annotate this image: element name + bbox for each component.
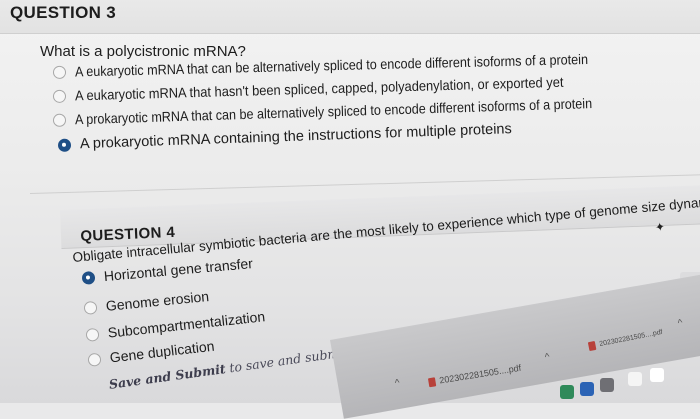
pdf-icon: [427, 376, 437, 387]
radio-button[interactable]: [52, 65, 67, 79]
radio-button-selected[interactable]: [57, 138, 72, 152]
chevron-up-icon[interactable]: ^: [394, 378, 400, 390]
app-icon-blue[interactable]: [580, 382, 594, 396]
radio-button[interactable]: [52, 89, 67, 103]
radio-button[interactable]: [87, 352, 102, 367]
mouse-cursor-icon: ✦: [653, 219, 667, 235]
radio-button-selected[interactable]: [81, 270, 96, 285]
radio-button[interactable]: [85, 327, 100, 342]
question-3-text: What is a polycistronic mRNA?: [40, 43, 246, 60]
radio-button[interactable]: [83, 300, 98, 315]
app-icon-white[interactable]: [650, 368, 664, 382]
question-3-title: QUESTION 3: [10, 3, 116, 22]
app-icon-green[interactable]: [560, 385, 574, 399]
radio-button[interactable]: [52, 113, 67, 127]
pdf-icon: [587, 340, 597, 352]
app-icon-white[interactable]: [628, 372, 642, 386]
app-icon-gray[interactable]: [600, 378, 614, 392]
